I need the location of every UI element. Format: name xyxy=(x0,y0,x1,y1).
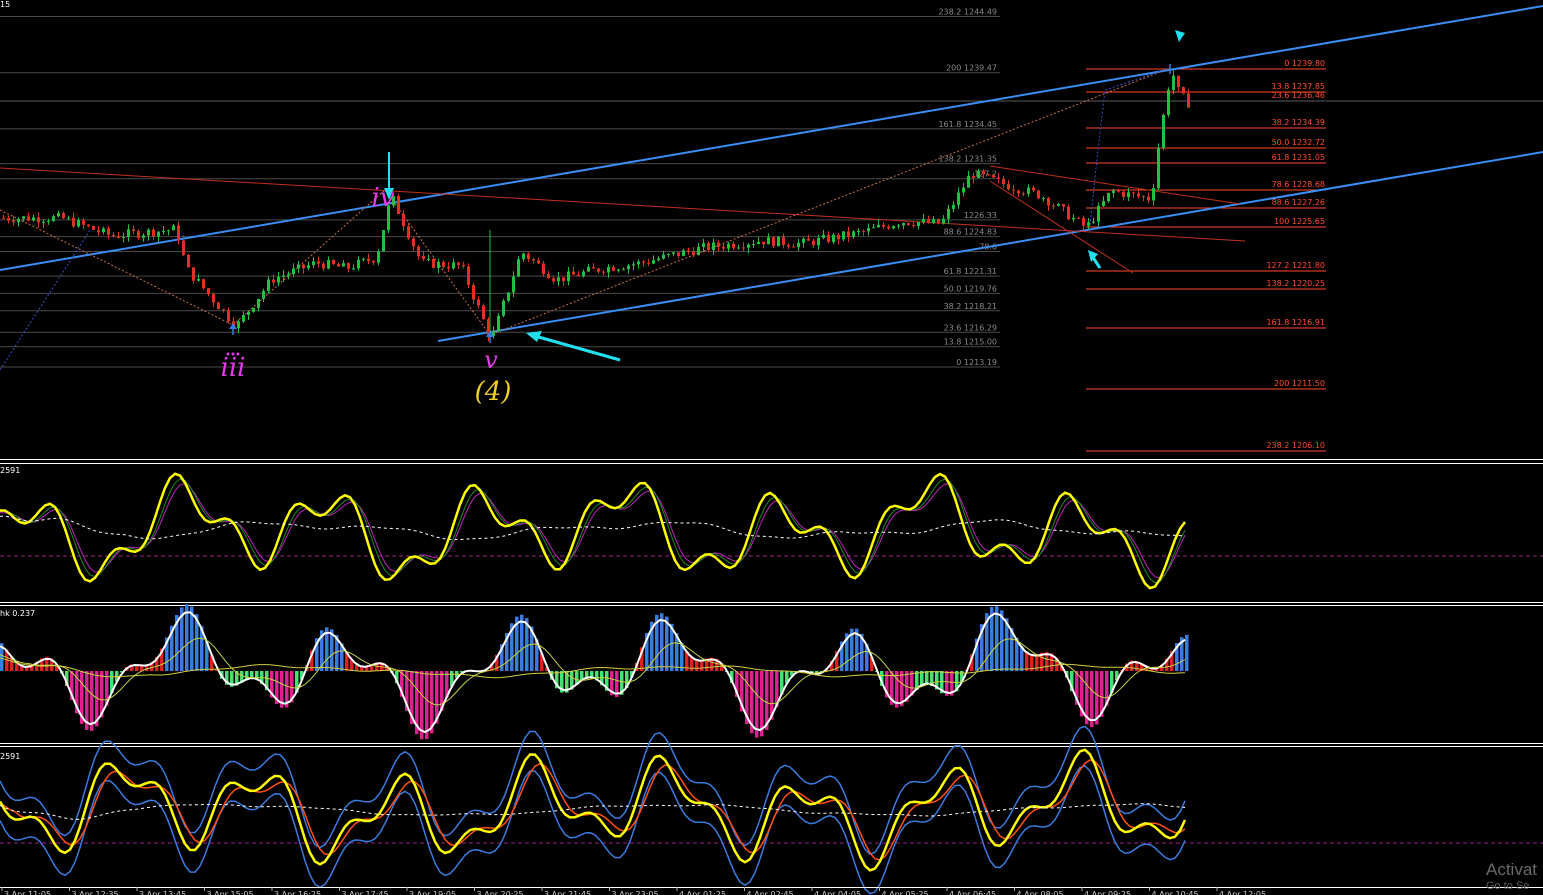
histogram-bar xyxy=(185,604,189,671)
fib-level-label-left: 88.6 1224.83 xyxy=(944,228,997,237)
fib-level-label-right: 13.8 1237.85 xyxy=(1272,82,1325,91)
fib-level-label-left: 61.8 1221.31 xyxy=(944,267,997,276)
x-tick-label: 3 Apr 19:05 xyxy=(409,890,456,895)
x-tick-label: 3 Apr 13:45 xyxy=(139,890,186,895)
timeframe-label: 15 xyxy=(0,0,10,9)
histogram-bar xyxy=(1185,634,1189,671)
x-tick-label: 4 Apr 12:05 xyxy=(1219,890,1266,895)
fib-level-label-right: 88.6 1227.26 xyxy=(1272,198,1325,207)
candle xyxy=(1167,87,1170,118)
x-tick-label: 4 Apr 09:25 xyxy=(1084,890,1131,895)
x-tick-label: 4 Apr 02:45 xyxy=(747,890,794,895)
fib-level-label-left: 238.2 1244.49 xyxy=(938,7,997,16)
candle xyxy=(432,257,435,269)
x-tick-label: 3 Apr 17:45 xyxy=(342,890,389,895)
candle xyxy=(497,313,500,333)
fib-level-label-left: 1226.33 xyxy=(964,211,997,220)
wave-label: v xyxy=(484,346,498,374)
fib-level-label-left: 13.8 1215.00 xyxy=(944,338,997,347)
candle xyxy=(517,256,520,277)
x-tick-label: 3 Apr 21:45 xyxy=(544,890,591,895)
x-tick-label: 4 Apr 01:25 xyxy=(679,890,726,895)
candle xyxy=(1067,204,1070,221)
osc1-label: 2591 xyxy=(0,466,20,475)
fib-level-label-left: 38.2 1218.21 xyxy=(944,302,997,311)
fib-level-label-right: 161.8 1216.91 xyxy=(1266,318,1325,327)
candle xyxy=(382,229,385,252)
fib-level-label-left: 200 1239.47 xyxy=(946,64,997,73)
fib-level-label-right: 200 1211.50 xyxy=(1274,379,1325,388)
histogram-bar xyxy=(660,613,664,671)
activation-watermark-title: Activat xyxy=(1486,860,1538,879)
fib-level-label-right: 50.0 1232.72 xyxy=(1272,138,1325,147)
candle xyxy=(777,236,780,247)
x-tick-label: 3 Apr 20:25 xyxy=(477,890,524,895)
fib-level-label-left: 0 1213.19 xyxy=(956,358,997,367)
candle xyxy=(187,254,190,268)
osc2-label: hk 0.237 xyxy=(0,609,35,618)
histogram-bar xyxy=(1090,671,1094,728)
histogram-bar xyxy=(90,671,94,731)
x-tick-label: 4 Apr 10:45 xyxy=(1152,890,1199,895)
x-tick-label: 3 Apr 11:05 xyxy=(4,890,51,895)
x-tick-label: 4 Apr 08:05 xyxy=(1017,890,1064,895)
candle xyxy=(772,236,775,248)
fib-level-label-right: 23.6 1236.46 xyxy=(1272,91,1325,100)
wave-label: iii xyxy=(221,353,246,383)
x-tick-label: 3 Apr 16:25 xyxy=(274,890,321,895)
wave-label: (4) xyxy=(475,377,512,407)
histogram-bar xyxy=(755,671,759,738)
candle xyxy=(1157,143,1160,191)
candle xyxy=(92,225,95,231)
fib-level-label-right: 238.2 1206.10 xyxy=(1266,441,1325,450)
candle xyxy=(467,263,470,289)
x-tick-label: 4 Apr 05:25 xyxy=(882,890,929,895)
candle xyxy=(1162,113,1165,151)
fib-level-label-right: 100 1225.65 xyxy=(1274,217,1325,226)
fib-level-label-right: 138.2 1220.25 xyxy=(1266,279,1325,288)
osc3-label: 2591 xyxy=(0,752,20,761)
candle xyxy=(937,218,940,225)
x-tick-label: 4 Apr 06:45 xyxy=(949,890,996,895)
candle xyxy=(482,303,485,320)
histogram-bar xyxy=(760,671,764,737)
chart-stage: 15 238.2 1244.49 200 1239.47 161.8 1234.45… xyxy=(0,0,1543,895)
candle xyxy=(202,278,205,290)
candle xyxy=(1037,189,1040,200)
activation-watermark-subtitle: Go to Se xyxy=(1486,880,1530,892)
fib-level-label-left: 23.6 1216.29 xyxy=(944,323,997,332)
histogram-bar xyxy=(425,671,429,739)
x-tick-label: 4 Apr 04:05 xyxy=(814,890,861,895)
fib-level-label-right: 61.8 1231.05 xyxy=(1272,153,1325,162)
histogram-bar xyxy=(925,671,929,685)
fib-level-label-left: 50.0 1219.76 xyxy=(944,284,997,293)
histogram-bar xyxy=(995,606,999,671)
candle xyxy=(1182,86,1185,95)
wave-label: iv xyxy=(371,183,394,213)
fib-level-label-right: 78.6 1228.68 xyxy=(1272,180,1325,189)
fib-level-label-right: 127.2 1221.80 xyxy=(1266,261,1325,270)
fib-level-label-left: 161.8 1234.45 xyxy=(938,120,997,129)
fib-level-label-right: 38.2 1234.39 xyxy=(1272,118,1325,127)
x-tick-label: 3 Apr 12:35 xyxy=(72,890,119,895)
histogram-bar xyxy=(520,614,524,671)
candle xyxy=(397,193,400,215)
x-tick-label: 3 Apr 15:05 xyxy=(207,890,254,895)
candle xyxy=(502,298,505,318)
x-tick-label: 3 Apr 23:05 xyxy=(612,890,659,895)
candle xyxy=(217,301,220,310)
fib-level-label-right: 0 1239.80 xyxy=(1284,59,1325,68)
histogram-bar xyxy=(1025,651,1029,671)
